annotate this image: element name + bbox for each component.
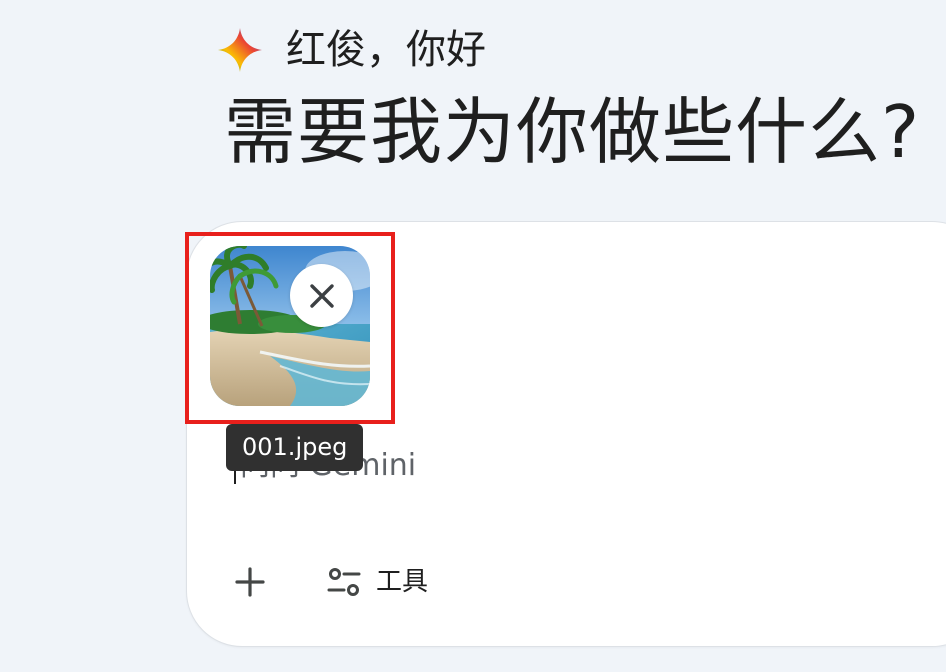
beach-image	[210, 246, 370, 406]
page-title: 需要我为你做些什么?	[224, 90, 921, 174]
plus-icon	[235, 567, 265, 597]
close-icon	[309, 283, 334, 308]
gemini-home: 红俊，你好 需要我为你做些什么? 001.jpeg 工具	[0, 0, 946, 672]
add-button[interactable]	[230, 562, 270, 602]
attachment-thumbnail[interactable]	[210, 246, 370, 406]
tools-button[interactable]: 工具	[326, 562, 428, 602]
remove-attachment-button[interactable]	[290, 264, 353, 327]
greeting-subtitle: 红俊，你好	[286, 27, 486, 73]
tools-label: 工具	[376, 567, 429, 597]
attachment-filename-tooltip: 001.jpeg	[226, 424, 364, 471]
tools-sliders-icon	[327, 568, 361, 596]
greeting-row: 红俊，你好	[216, 22, 486, 78]
gemini-sparkle-icon	[218, 28, 262, 72]
